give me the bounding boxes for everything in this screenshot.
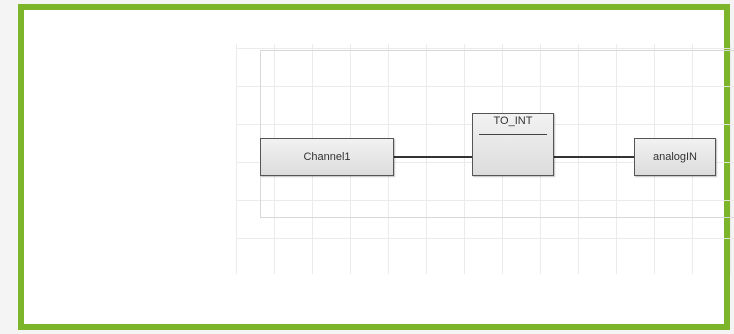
output-variable-label: analogIN <box>652 151 698 163</box>
wire-input-to-fb <box>394 156 472 158</box>
output-variable-block[interactable]: analogIN <box>634 138 716 176</box>
wire-fb-to-output <box>554 156 634 158</box>
input-variable-label: Channel1 <box>303 151 351 163</box>
diagram-frame: Channel1 TO_INT analogIN <box>18 4 734 330</box>
to-int-function-block[interactable]: TO_INT <box>472 113 554 176</box>
function-block-title: TO_INT <box>493 115 533 127</box>
function-block-divider <box>479 134 547 135</box>
input-variable-block[interactable]: Channel1 <box>260 138 394 176</box>
